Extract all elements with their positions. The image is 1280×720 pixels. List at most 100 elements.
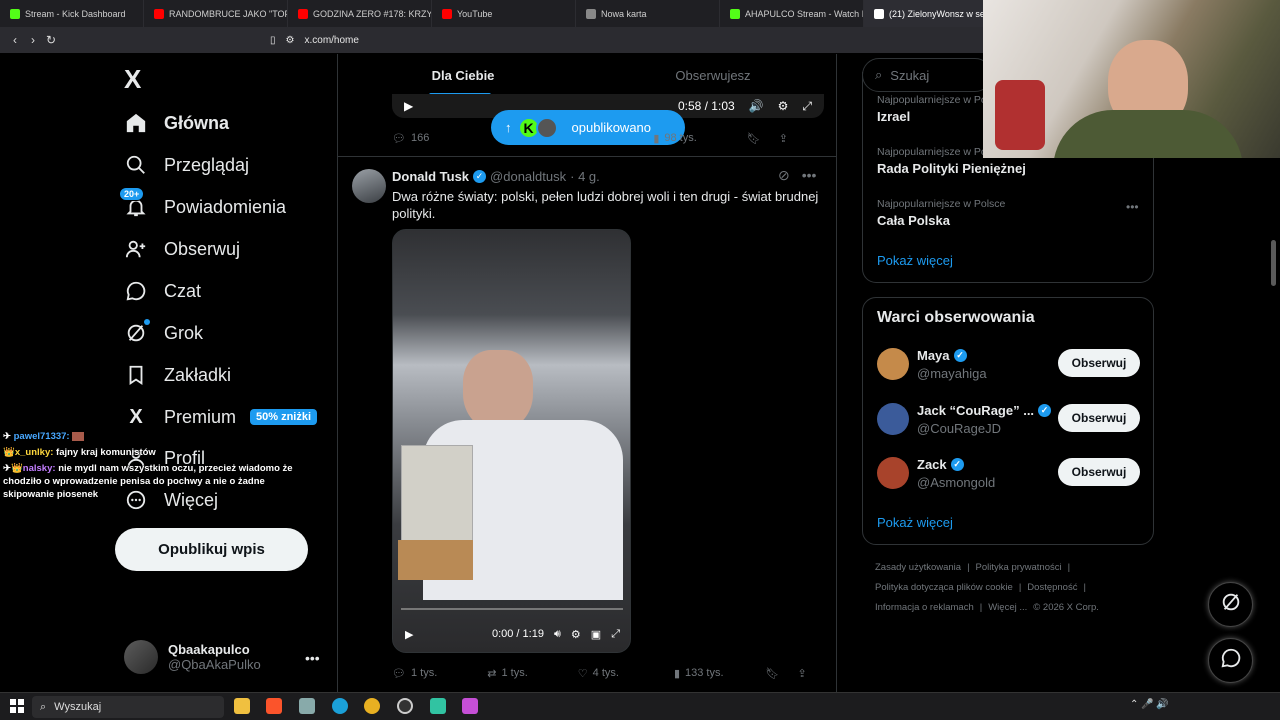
chat-message: ✈👑nalsky: nie mydl nam wszystkim oczu, p… <box>3 463 293 500</box>
tweet-author[interactable]: Donald Tusk <box>392 169 469 184</box>
share-icon[interactable]: ⇪ <box>779 132 788 145</box>
footer-link[interactable]: Więcej ... <box>988 602 1027 613</box>
file-explorer-icon[interactable] <box>234 698 250 714</box>
show-more-link[interactable]: Pokaż więcej <box>877 253 953 268</box>
trend-item[interactable]: Najpopularniejsze w Polsce Cała Polska <box>877 198 1137 228</box>
home-icon <box>124 111 148 135</box>
bookmark-page-icon[interactable]: ▯ <box>270 35 276 46</box>
nav-label: Obserwuj <box>164 238 241 259</box>
url-field[interactable]: ▯ ⚙ x.com/home <box>262 31 982 49</box>
nav-bookmarks[interactable]: Zakładki <box>124 355 231 395</box>
repost-button[interactable]: ⇄ 1 tys. <box>487 667 528 680</box>
nav-notifications[interactable]: 20+ Powiadomienia <box>119 187 286 227</box>
views-button[interactable]: ▮ 133 tys. <box>674 667 724 680</box>
brave-browser-icon[interactable] <box>266 698 282 714</box>
taskbar-search[interactable]: ⌕ Wyszukaj <box>32 696 224 718</box>
x-logo-icon[interactable]: X <box>124 64 141 95</box>
footer-link[interactable]: Polityka dotycząca plików cookie <box>875 582 1013 593</box>
volume-icon[interactable]: 🔊︎ <box>554 628 561 641</box>
settings-icon[interactable]: ⚙ <box>778 99 789 113</box>
bookmark-icon[interactable]: 🔖︎ <box>747 132 761 145</box>
follow-button[interactable]: Obserwuj <box>1058 349 1140 377</box>
nav-follow[interactable]: Obserwuj <box>124 229 240 269</box>
forward-icon[interactable]: › <box>24 33 42 47</box>
app-icon[interactable] <box>299 698 315 714</box>
browser-tab[interactable]: Stream - Kick Dashboard <box>0 0 144 27</box>
grok-icon <box>1220 591 1242 618</box>
windows-start-icon[interactable] <box>10 699 24 713</box>
play-icon[interactable]: ▶ <box>405 628 413 641</box>
site-info-icon[interactable]: ⚙ <box>286 35 295 46</box>
chat-icon <box>124 279 148 303</box>
kick-icon <box>730 8 740 19</box>
chrome-icon[interactable] <box>364 698 380 714</box>
brave-shield-icon <box>586 8 596 19</box>
nav-chat[interactable]: Czat <box>124 271 201 311</box>
footer-link[interactable]: Polityka prywatności <box>976 562 1062 573</box>
fullscreen-icon[interactable]: ⤢ <box>802 99 812 114</box>
footer-link[interactable]: Dostępność <box>1027 582 1077 593</box>
grok-icon[interactable]: ⊘ <box>778 167 790 184</box>
fullscreen-icon[interactable]: ⤢ <box>611 628 620 641</box>
reply-button[interactable]: 💬︎ 1 tys. <box>392 667 437 680</box>
reply-button[interactable]: 💬︎ 166 <box>392 132 429 145</box>
who-to-follow-card: Warci obserwowania Maya ✓ @mayahiga Obser… <box>862 297 1154 545</box>
tab-following[interactable]: Obserwujesz <box>588 54 836 97</box>
settings-icon[interactable]: ⚙ <box>571 628 581 641</box>
volume-icon[interactable]: 🔊 <box>749 99 764 113</box>
scrollbar[interactable] <box>1271 240 1276 286</box>
browser-tab[interactable]: RANDOMBRUCE JAKO "TOP 1" <box>144 0 288 27</box>
avatar[interactable] <box>352 169 386 203</box>
follow-button[interactable]: Obserwuj <box>1058 404 1140 432</box>
back-icon[interactable]: ‹ <box>6 33 24 47</box>
nav-label: Główna <box>164 112 230 133</box>
tweet-video[interactable]: ▶ 0:00 / 1:19 🔊︎ ⚙ ▣ ⤢ <box>392 229 631 653</box>
system-tray[interactable]: ⌃ 🎤 🔊 <box>1130 699 1169 710</box>
chat-icon <box>1220 647 1242 674</box>
tweet-handle[interactable]: @donaldtusk <box>490 169 566 184</box>
views-button[interactable]: ▮ 98 tys. <box>653 132 696 145</box>
video-time: 0:00 / 1:19 <box>491 628 544 640</box>
footer-link[interactable]: Zasady użytkowania <box>875 562 961 573</box>
nav-label: Grok <box>164 322 204 343</box>
avatar[interactable] <box>877 348 909 380</box>
tab-for-you[interactable]: Dla Ciebie <box>338 54 588 97</box>
follow-suggestion[interactable]: Zack ✓ @Asmongold Obserwuj <box>877 457 1141 493</box>
follow-button[interactable]: Obserwuj <box>1058 458 1140 486</box>
kick-icon <box>10 8 20 19</box>
follow-suggestion[interactable]: Maya ✓ @mayahiga Obserwuj <box>877 348 1141 384</box>
avatar[interactable] <box>877 403 909 435</box>
bookmark-icon[interactable]: 🔖︎ <box>766 667 780 680</box>
nav-explore[interactable]: Przeglądaj <box>124 145 249 185</box>
footer-link[interactable]: Informacja o reklamach <box>875 602 974 613</box>
follow-suggestion[interactable]: Jack “CouRage” ... ✓ @CouRageJD Obserwuj <box>877 403 1141 439</box>
edge-icon[interactable] <box>332 698 348 714</box>
app-icon[interactable] <box>462 698 478 714</box>
play-icon[interactable]: ▶ <box>404 99 413 113</box>
messages-fab[interactable] <box>1208 638 1253 683</box>
nav-home[interactable]: Główna <box>124 103 229 143</box>
views-icon: ▮ <box>653 132 660 145</box>
obs-icon[interactable] <box>397 698 413 714</box>
show-more-link[interactable]: Pokaż więcej <box>877 515 953 530</box>
streamlabs-icon[interactable] <box>430 698 446 714</box>
account-switcher[interactable]: Qbaakapulco @QbaAkaPulko <box>124 638 324 676</box>
pip-icon[interactable]: ▣ <box>591 628 601 641</box>
like-button[interactable]: ♡ 4 tys. <box>578 667 619 680</box>
reload-icon[interactable]: ↻ <box>42 33 60 47</box>
browser-tab[interactable]: GODZINA ZERO #178: KRZYSZ <box>288 0 432 27</box>
post-button[interactable]: Opublikuj wpis <box>115 528 308 571</box>
verified-badge-icon: ✓ <box>950 458 964 471</box>
trend-more-icon[interactable]: ••• <box>1126 200 1139 214</box>
grok-fab[interactable] <box>1208 582 1253 627</box>
browser-tab[interactable]: YouTube <box>432 0 576 27</box>
tweet-time[interactable]: · 4 g. <box>570 169 600 184</box>
account-more-icon[interactable]: ••• <box>305 650 320 666</box>
nav-grok[interactable]: Grok <box>124 313 203 353</box>
share-icon[interactable]: ⇪ <box>798 667 807 680</box>
avatar[interactable] <box>877 457 909 489</box>
more-icon[interactable]: ••• <box>802 167 817 184</box>
video-progress-bar[interactable] <box>401 608 623 610</box>
browser-tab[interactable]: Nowa karta <box>576 0 720 27</box>
browser-tab[interactable]: AHAPULCO Stream - Watch Liv <box>720 0 864 27</box>
